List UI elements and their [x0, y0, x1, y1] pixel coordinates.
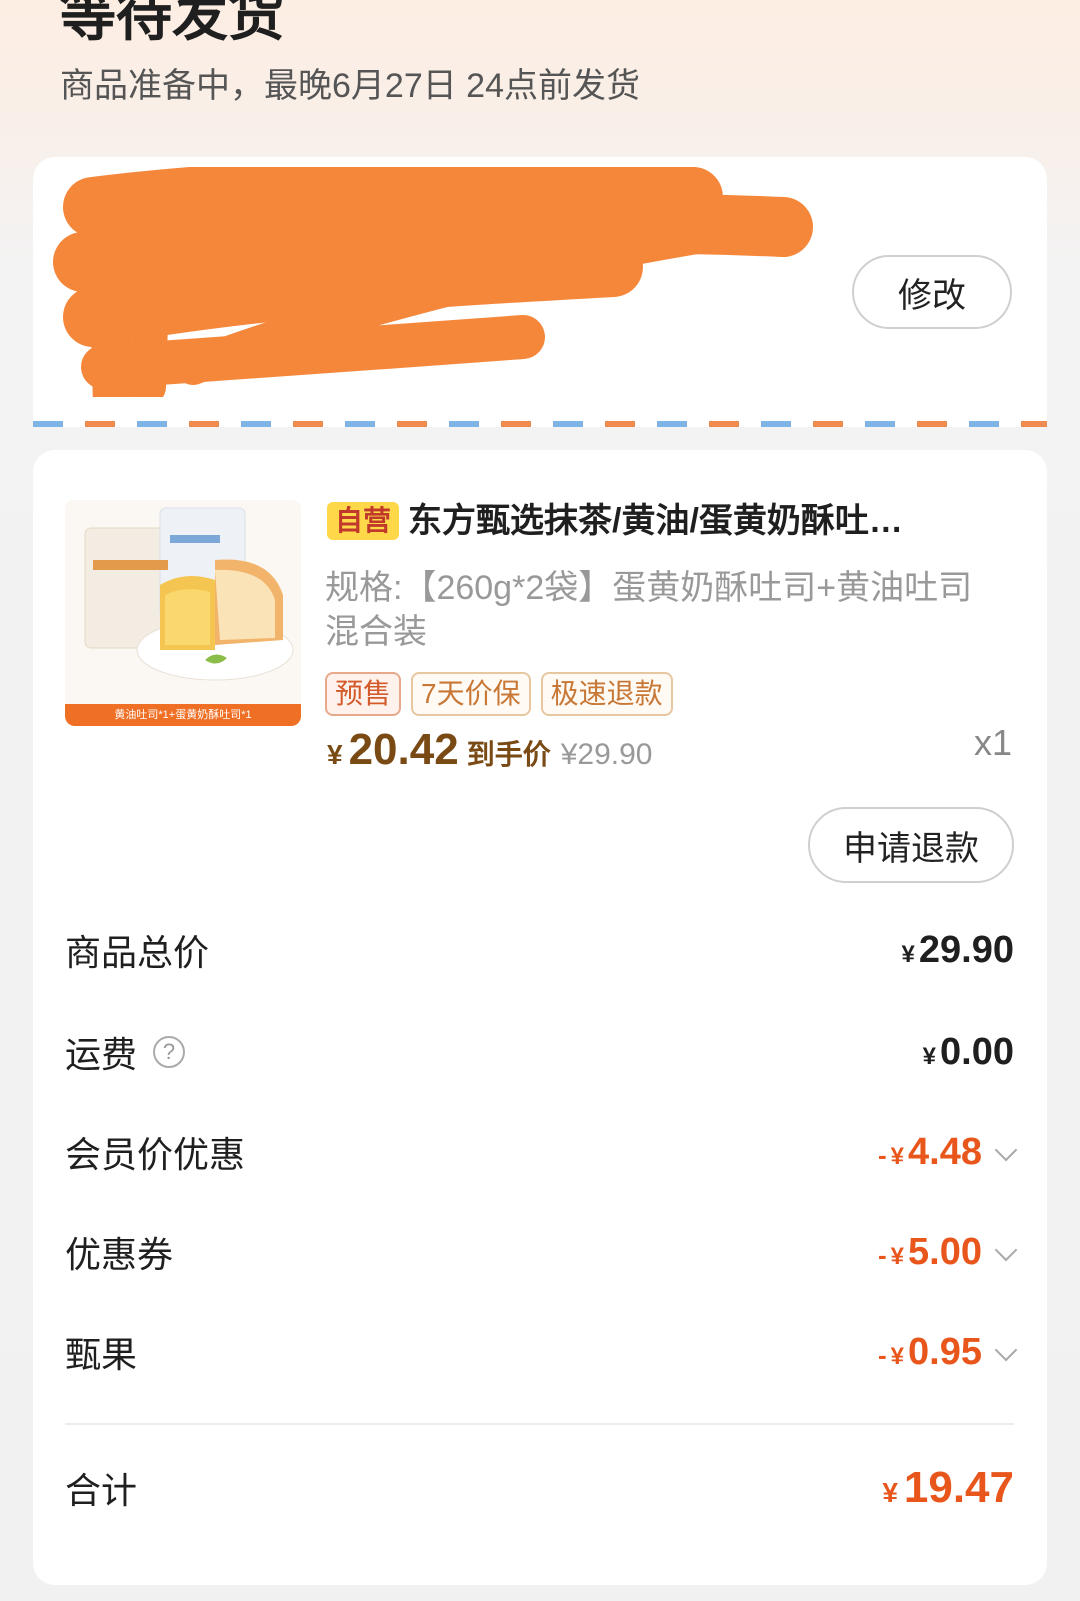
help-icon[interactable]: ? — [153, 1036, 186, 1068]
zhenguo-label: 甄果 — [65, 1334, 138, 1375]
currency-symbol: ¥ — [890, 1142, 905, 1170]
tag-fast-refund: 极速退款 — [540, 672, 673, 716]
chevron-down-icon[interactable] — [994, 1138, 1018, 1161]
member-discount-value: - ¥ 4.48 — [878, 1130, 1018, 1174]
goods-total-label: 商品总价 — [65, 932, 210, 973]
summary-divider — [65, 1423, 1014, 1425]
order-detail-card: 黄油吐司*1+蛋黄奶酥吐司*1 自营 东方甄选抹茶/黄油/蛋黄奶酥吐… 规格:【… — [33, 450, 1047, 1585]
summary-row-zhenguo[interactable]: 甄果 - ¥ 0.95 — [65, 1322, 1018, 1382]
member-discount-label: 会员价优惠 — [65, 1134, 246, 1175]
product-price-row: ¥ 20.42 到手价 ¥29.90 — [327, 725, 652, 775]
product-spec: 规格:【260g*2袋】蛋黄奶酥吐司+黄油吐司混合装 — [325, 569, 973, 651]
minus-sign: - — [878, 1239, 887, 1270]
product-tags: 预售 7天价保 极速退款 — [325, 672, 673, 716]
total-label: 合计 — [65, 1470, 138, 1511]
final-price-note: 到手价 — [466, 739, 551, 770]
coupon-amount: 5.00 — [908, 1230, 982, 1273]
tag-presale: 预售 — [325, 672, 402, 716]
redaction-scribble — [53, 167, 813, 397]
order-status-title: 等待发货 — [60, 0, 284, 47]
product-quantity: x1 — [973, 722, 1012, 763]
tag-price-protection: 7天价保 — [411, 672, 531, 716]
product-image-caption: 黄油吐司*1+蛋黄奶酥吐司*1 — [65, 704, 301, 726]
order-status-header: 等待发货 商品准备中，最晚6月27日 24点前发货 — [60, 0, 1020, 150]
shipping-amount: 0.00 — [940, 1030, 1014, 1073]
minus-sign: - — [878, 1339, 887, 1370]
coupon-label: 优惠券 — [65, 1234, 174, 1275]
goods-total-amount: 29.90 — [918, 928, 1014, 971]
toast-illustration — [84, 507, 294, 681]
request-refund-button[interactable]: 申请退款 — [808, 807, 1014, 883]
minus-sign: - — [878, 1139, 887, 1170]
shipping-deadline-text: 商品准备中，最晚6月27日 24点前发货 — [60, 67, 640, 105]
summary-row-total: 合计 ¥ 19.47 — [65, 1458, 1014, 1518]
total-amount: 19.47 — [903, 1463, 1014, 1512]
shipping-label-group: 运费 ? — [65, 1026, 186, 1078]
edit-address-button[interactable]: 修改 — [852, 255, 1012, 329]
envelope-stripe-divider — [33, 421, 1047, 427]
summary-row-coupon[interactable]: 优惠券 - ¥ 5.00 — [65, 1222, 1018, 1282]
summary-row-shipping: 运费 ? ¥ 0.00 — [65, 1022, 1014, 1082]
price-currency: ¥ — [327, 739, 343, 770]
chevron-down-icon[interactable] — [994, 1238, 1018, 1261]
address-card: 修改 — [33, 157, 1047, 427]
goods-total-value: ¥ 29.90 — [902, 929, 1014, 972]
zhenguo-amount: 0.95 — [908, 1330, 982, 1373]
product-thumbnail[interactable]: 黄油吐司*1+蛋黄奶酥吐司*1 — [65, 500, 301, 726]
currency-symbol: ¥ — [901, 940, 915, 968]
total-value: ¥ 19.47 — [882, 1463, 1014, 1513]
chevron-down-icon[interactable] — [994, 1338, 1018, 1361]
shipping-value: ¥ 0.00 — [923, 1031, 1014, 1074]
self-operated-badge: 自营 — [327, 502, 400, 540]
currency-symbol: ¥ — [890, 1342, 905, 1370]
original-price: ¥29.90 — [560, 738, 653, 771]
final-price: 20.42 — [348, 725, 459, 774]
shipping-label: 运费 — [65, 1034, 138, 1075]
summary-row-member-discount[interactable]: 会员价优惠 - ¥ 4.48 — [65, 1122, 1018, 1182]
currency-symbol: ¥ — [890, 1242, 905, 1270]
zhenguo-value: - ¥ 0.95 — [878, 1330, 1018, 1374]
member-discount-amount: 4.48 — [908, 1130, 982, 1173]
currency-symbol: ¥ — [922, 1042, 937, 1070]
currency-symbol: ¥ — [882, 1477, 898, 1508]
coupon-value: - ¥ 5.00 — [878, 1230, 1018, 1274]
product-title[interactable]: 东方甄选抹茶/黄油/蛋黄奶酥吐… — [408, 500, 1008, 542]
summary-row-goods-total: 商品总价 ¥ 29.90 — [65, 920, 1014, 980]
